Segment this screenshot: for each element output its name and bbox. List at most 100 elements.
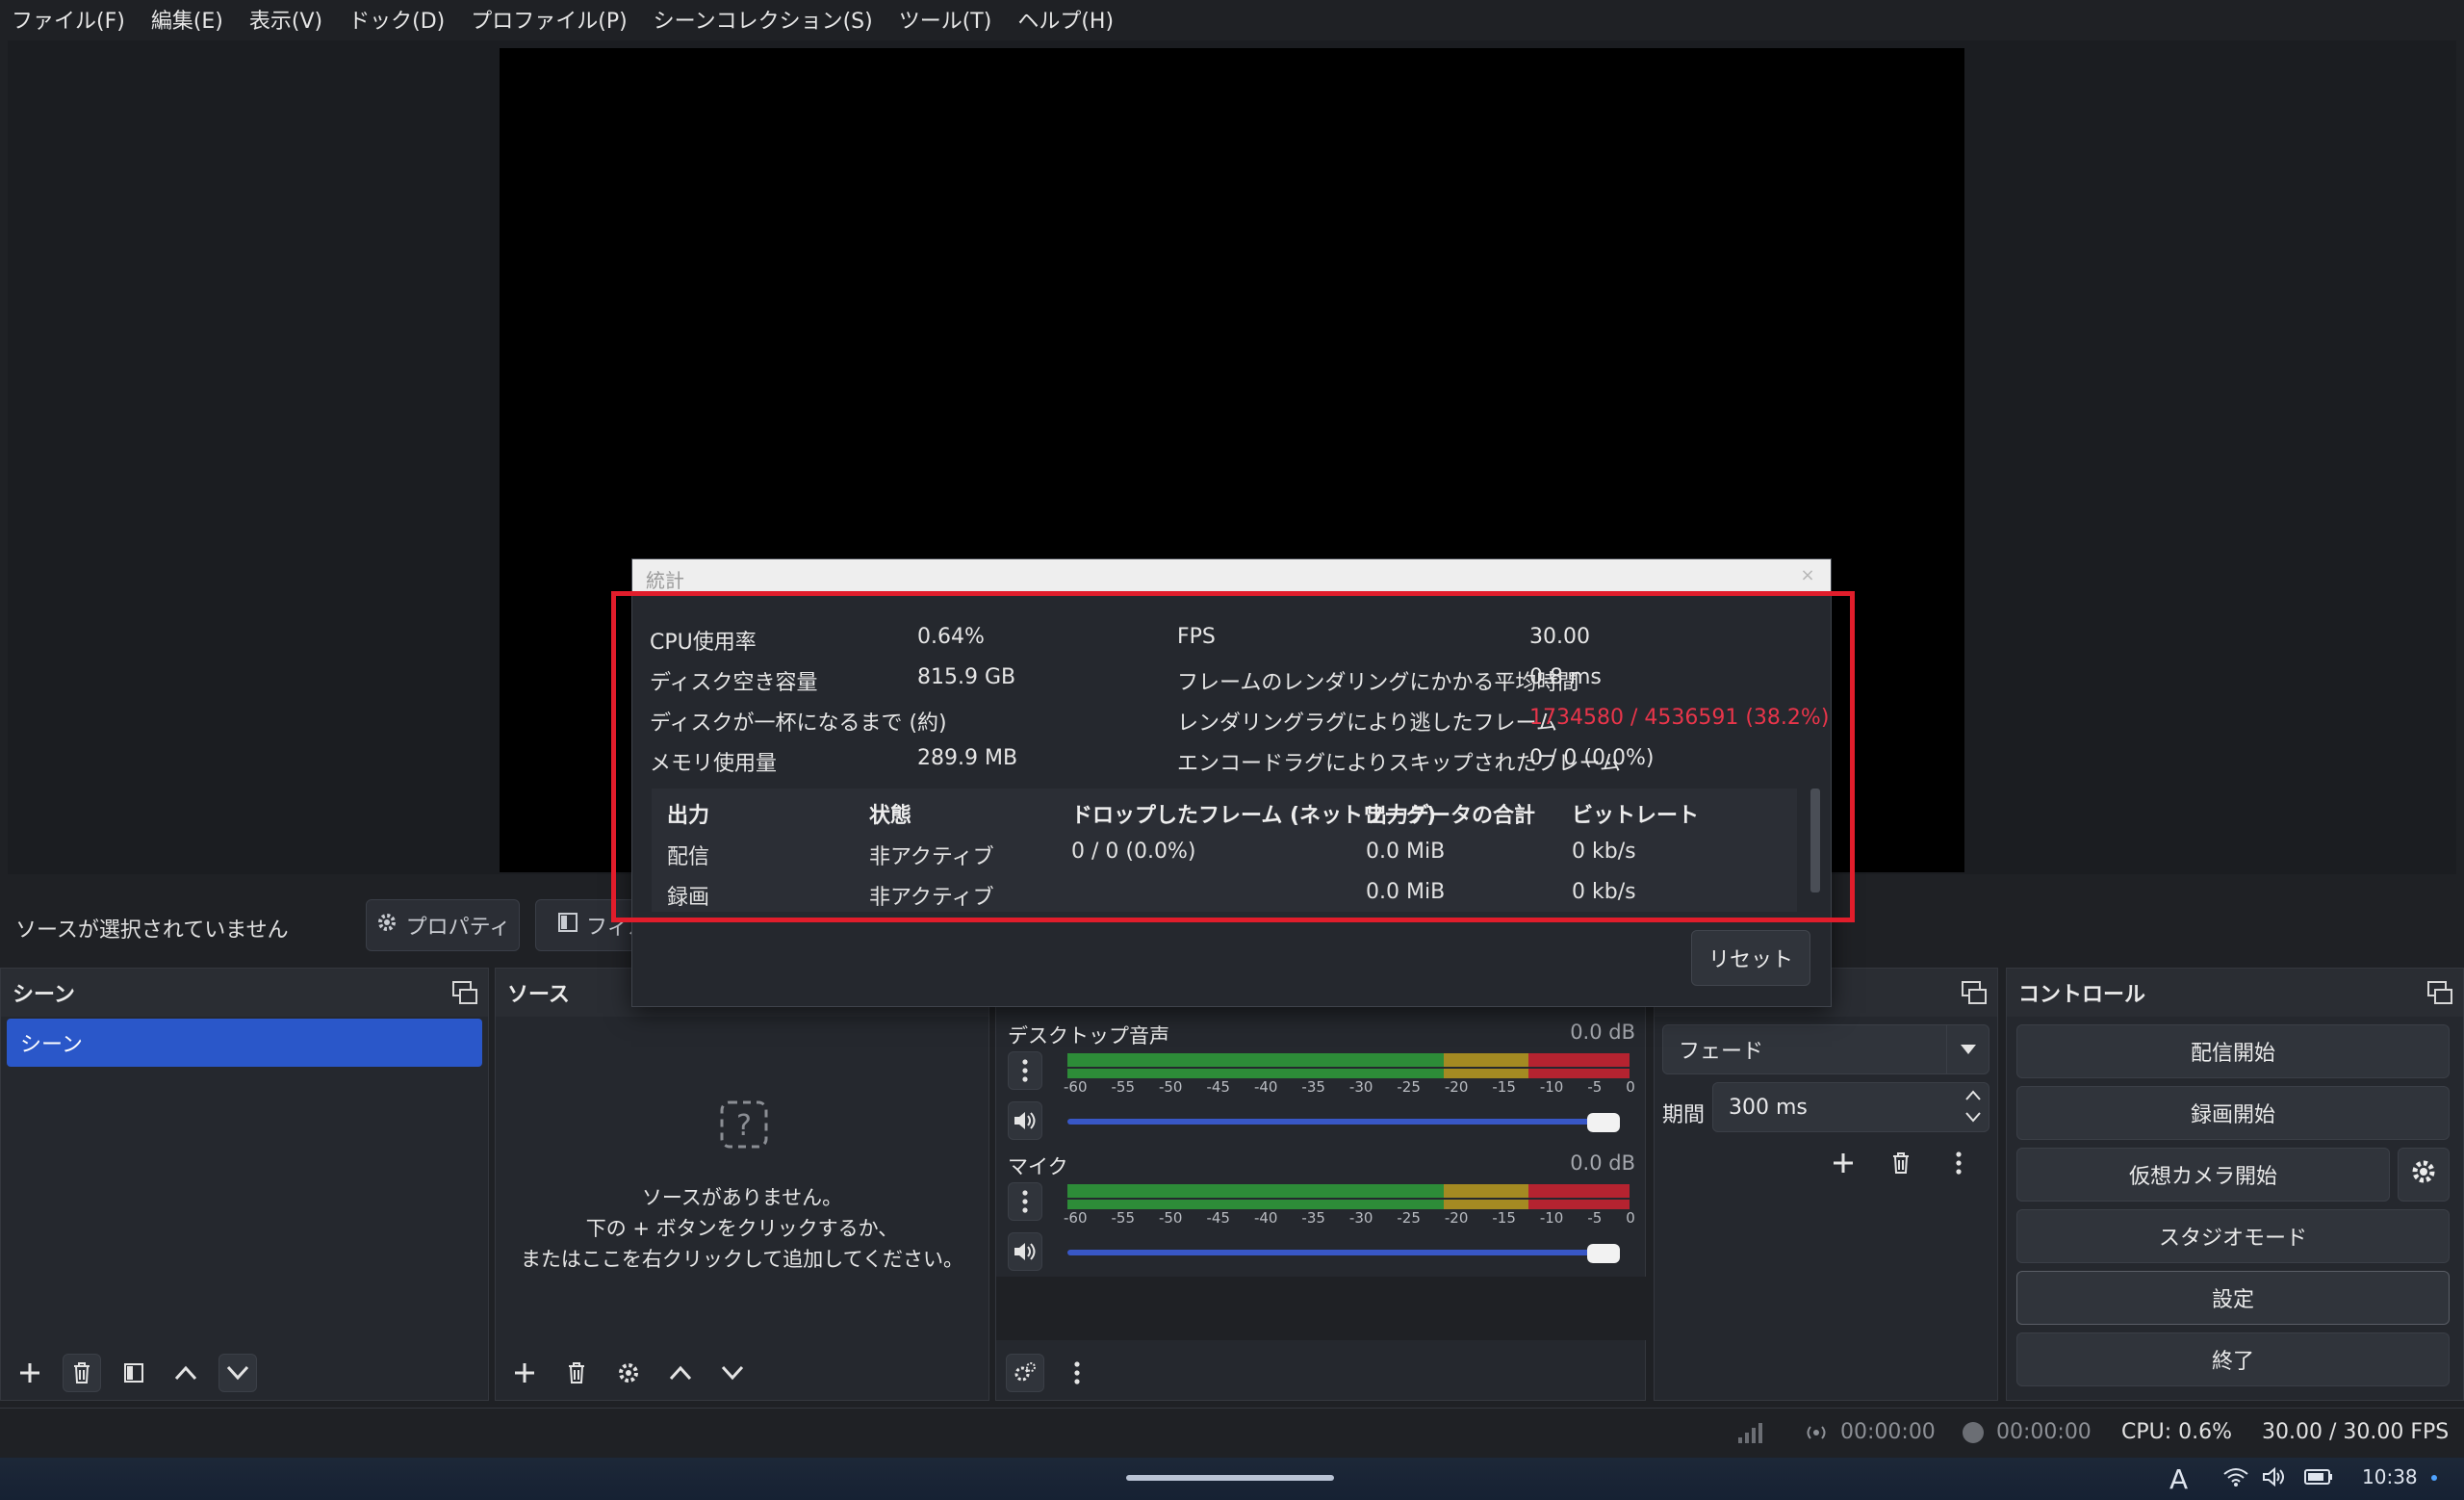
scale-tick: -25 <box>1397 1209 1421 1227</box>
record-time: 00:00:00 <box>1996 1420 2092 1444</box>
move-scene-down-button[interactable] <box>218 1354 257 1392</box>
scenes-dock: シーン シーン <box>0 968 489 1401</box>
scale-tick: -30 <box>1348 1078 1373 1096</box>
question-mark-glyph: ? <box>736 1109 752 1143</box>
start-streaming-button[interactable]: 配信開始 <box>2016 1024 2450 1078</box>
clock[interactable]: 10:38 <box>2362 1465 2418 1488</box>
reset-button[interactable]: リセット <box>1691 930 1810 986</box>
scene-list-item[interactable]: シーン <box>7 1019 482 1067</box>
spin-up-icon[interactable] <box>1964 1085 1983 1109</box>
cpu-usage: CPU: 0.6% <box>2121 1420 2233 1444</box>
chevron-down-icon[interactable] <box>1946 1025 1989 1073</box>
settings-button[interactable]: 設定 <box>2016 1271 2450 1325</box>
transitions-dock: フェード 期間 300 ms <box>1654 968 1998 1401</box>
menu-scene-collection[interactable]: シーンコレクション(S) <box>654 4 873 35</box>
start-recording-button[interactable]: 録画開始 <box>2016 1086 2450 1140</box>
spin-down-icon[interactable] <box>1964 1108 1983 1132</box>
start-virtual-camera-button[interactable]: 仮想カメラ開始 <box>2016 1148 2390 1202</box>
scale-tick: -25 <box>1397 1078 1421 1096</box>
stats-titlebar: 統計 × <box>632 559 1831 594</box>
scale-tick: -45 <box>1206 1078 1230 1096</box>
menu-file[interactable]: ファイル(F) <box>12 4 125 35</box>
menu-tools[interactable]: ツール(T) <box>899 4 992 35</box>
volume-slider-knob[interactable] <box>1587 1113 1620 1132</box>
ime-indicator[interactable]: A <box>2169 1463 2188 1495</box>
volume-slider-track <box>1067 1119 1603 1125</box>
menu-view[interactable]: 表示(V) <box>249 4 322 35</box>
volume-meter <box>1067 1053 1630 1067</box>
remove-transition-button[interactable] <box>1882 1144 1920 1182</box>
scale-tick: -15 <box>1492 1209 1516 1227</box>
controls-header: コントロール <box>2007 969 2463 1017</box>
source-properties-button[interactable] <box>609 1354 648 1392</box>
scale-tick: -40 <box>1253 1078 1278 1096</box>
scale-tick: -30 <box>1348 1209 1373 1227</box>
add-scene-button[interactable] <box>11 1354 49 1392</box>
mixer-toolbar <box>996 1346 1645 1400</box>
speaker-icon[interactable] <box>1008 1101 1042 1140</box>
scale-tick: 0 <box>1626 1078 1635 1096</box>
move-source-up-button[interactable] <box>661 1354 700 1392</box>
wifi-icon[interactable] <box>2223 1467 2248 1490</box>
sources-empty-line2: 下の + ボタンをクリックするか、 <box>585 1217 899 1240</box>
volume-meter-peak <box>1067 1200 1630 1209</box>
move-scene-up-button[interactable] <box>167 1354 205 1392</box>
menu-edit[interactable]: 編集(E) <box>151 4 223 35</box>
mixer-channel-name: デスクトップ音声 <box>1008 1024 1169 1047</box>
transition-options-icon[interactable] <box>1939 1144 1978 1182</box>
scale-tick: -35 <box>1301 1209 1325 1227</box>
menu-profile[interactable]: プロファイル(P) <box>471 4 627 35</box>
duration-spinbox[interactable]: 300 ms <box>1712 1082 1989 1132</box>
remove-scene-button[interactable] <box>63 1354 101 1392</box>
scene-filters-button[interactable] <box>115 1354 153 1392</box>
audio-mixer-dock: デスクトップ音声 0.0 dB -60 -55 -50 -45 -40 -35 -30 -25… <box>995 968 1647 1401</box>
home-indicator[interactable] <box>1126 1475 1334 1481</box>
meter-scale: -60 -55 -50 -45 -40 -35 -30 -25 -20 -15 -10 -5 0 <box>1064 1078 1635 1096</box>
scale-tick: -50 <box>1158 1078 1183 1096</box>
remove-source-button[interactable] <box>557 1354 596 1392</box>
scenes-header: シーン <box>1 969 488 1017</box>
controls-title: コントロール <box>2018 983 2146 1007</box>
scale-tick: -15 <box>1492 1078 1516 1096</box>
mixer-channel-db: 0.0 dB <box>1570 1151 1635 1175</box>
scale-tick: 0 <box>1626 1209 1635 1227</box>
volume-slider[interactable] <box>1067 1242 1645 1265</box>
scale-tick: -60 <box>1064 1209 1088 1227</box>
volume-slider-knob[interactable] <box>1587 1244 1620 1263</box>
highlight-annotation <box>611 591 1855 922</box>
undock-icon[interactable] <box>1961 980 1988 1005</box>
close-icon[interactable]: × <box>1796 565 1819 588</box>
no-source-selected-label: ソースが選択されていません <box>15 918 289 943</box>
scale-tick: -20 <box>1444 1209 1469 1227</box>
menu-dock[interactable]: ドック(D) <box>348 4 445 35</box>
mixer-menu-button[interactable] <box>1008 1051 1042 1090</box>
scale-tick: -5 <box>1587 1078 1603 1096</box>
exit-button[interactable]: 終了 <box>2016 1332 2450 1386</box>
move-source-down-button[interactable] <box>713 1354 752 1392</box>
volume-icon[interactable] <box>2262 1466 2287 1490</box>
battery-icon[interactable] <box>2304 1469 2333 1488</box>
menu-help[interactable]: ヘルプ(H) <box>1017 4 1114 35</box>
scale-tick: -50 <box>1158 1209 1183 1227</box>
controls-dock: コントロール 配信開始 録画開始 仮想カメラ開始 スタジオモード 設定 終了 <box>2006 968 2464 1401</box>
virtual-camera-settings-button[interactable] <box>2398 1148 2450 1202</box>
add-source-button[interactable] <box>505 1354 544 1392</box>
mixer-menu-button[interactable] <box>1008 1182 1042 1221</box>
volume-slider[interactable] <box>1067 1111 1645 1134</box>
undock-icon[interactable] <box>451 980 478 1005</box>
duration-label: 期間 <box>1662 1103 1706 1127</box>
record-status-icon <box>1962 1421 1985 1448</box>
scale-tick: -10 <box>1539 1078 1564 1096</box>
transition-type-select[interactable]: フェード <box>1662 1024 1989 1074</box>
scale-tick: -45 <box>1206 1209 1230 1227</box>
advanced-audio-settings-icon[interactable] <box>1006 1354 1044 1392</box>
sources-empty-line1: ソースがありません。 <box>641 1186 843 1209</box>
undock-icon[interactable] <box>2426 980 2453 1005</box>
add-transition-button[interactable] <box>1824 1144 1862 1182</box>
properties-button[interactable]: プロパティ <box>366 899 520 951</box>
mixer-options-icon[interactable] <box>1058 1354 1096 1392</box>
speaker-icon[interactable] <box>1008 1232 1042 1271</box>
stats-title: 統計 <box>646 569 684 592</box>
studio-mode-button[interactable]: スタジオモード <box>2016 1209 2450 1263</box>
sources-dock: ソース ? ソースがありません。 下の + ボタンをクリックするか、 またはここ… <box>495 968 989 1401</box>
